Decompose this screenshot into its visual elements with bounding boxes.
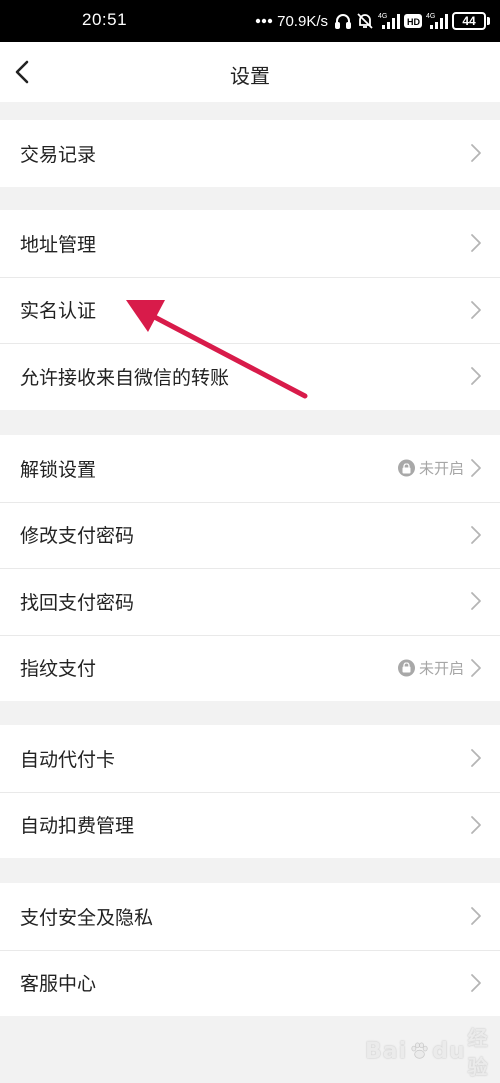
chevron-right-icon xyxy=(471,658,481,677)
row-recover-payment-password[interactable]: 找回支付密码 xyxy=(0,568,500,635)
chevron-right-icon xyxy=(471,300,481,319)
settings-group-4: 自动代付卡 自动扣费管理 xyxy=(0,725,500,858)
row-label: 实名认证 xyxy=(20,300,97,323)
row-customer-service[interactable]: 客服中心 xyxy=(0,949,500,1017)
paw-icon xyxy=(411,1042,428,1059)
battery-icon: 44 xyxy=(452,12,490,30)
page-title: 设置 xyxy=(230,64,270,88)
chevron-right-icon xyxy=(471,749,481,768)
status-not-enabled: 未开启 xyxy=(397,657,464,678)
chevron-right-icon xyxy=(471,367,481,386)
row-label: 解锁设置 xyxy=(20,458,97,481)
row-label: 自动代付卡 xyxy=(20,748,116,771)
dots-icon xyxy=(255,9,273,33)
status-time: 20:51 xyxy=(82,10,128,29)
baidu-watermark: Bai du 经验 xyxy=(365,1022,500,1080)
nav-bar: 设置 xyxy=(0,42,500,102)
settings-group-2: 地址管理 实名认证 允许接收来自微信的转账 xyxy=(0,210,500,410)
status-bar: 20:51 70.9K/s 4G HD 4G 44 xyxy=(0,0,500,42)
signal-4g-icon: 4G xyxy=(378,9,400,33)
row-label: 找回支付密码 xyxy=(20,591,135,614)
row-real-name-verification[interactable]: 实名认证 xyxy=(0,276,500,344)
battery-level: 44 xyxy=(452,12,486,30)
row-auto-pay-card[interactable]: 自动代付卡 xyxy=(0,725,500,792)
lock-icon xyxy=(397,459,415,477)
row-label: 自动扣费管理 xyxy=(20,815,135,838)
chevron-right-icon xyxy=(471,973,481,992)
chevron-right-icon xyxy=(471,592,481,611)
svg-text:HD: HD xyxy=(407,17,420,27)
row-payment-security-privacy[interactable]: 支付安全及隐私 xyxy=(0,883,500,950)
chevron-right-icon xyxy=(471,234,481,253)
chevron-right-icon xyxy=(471,525,481,544)
watermark-text: Bai xyxy=(365,1038,408,1064)
status-text: 未开启 xyxy=(418,659,464,678)
settings-group-5: 支付安全及隐私 客服中心 xyxy=(0,883,500,1016)
chevron-right-icon xyxy=(471,144,481,163)
row-transaction-records[interactable]: 交易记录 xyxy=(0,120,500,187)
row-unlock-settings[interactable]: 解锁设置 未开启 xyxy=(0,435,500,502)
net-speed: 70.9K/s xyxy=(277,12,328,30)
row-label: 交易记录 xyxy=(20,143,97,166)
status-text: 未开启 xyxy=(418,459,464,478)
row-wechat-transfer[interactable]: 允许接收来自微信的转账 xyxy=(0,343,500,410)
row-label: 支付安全及隐私 xyxy=(20,906,154,929)
row-address-management[interactable]: 地址管理 xyxy=(0,210,500,277)
watermark-sub: 经验 xyxy=(467,1026,488,1079)
hd-icon: HD xyxy=(404,9,422,33)
svg-text:4G: 4G xyxy=(426,13,435,20)
headphones-icon xyxy=(334,9,352,33)
row-label: 修改支付密码 xyxy=(20,525,135,548)
chevron-right-icon xyxy=(471,907,481,926)
lock-icon xyxy=(397,659,415,677)
status-icons: 70.9K/s 4G HD 4G 44 xyxy=(255,8,490,34)
watermark-text-2: du xyxy=(432,1038,466,1064)
row-auto-deduction-management[interactable]: 自动扣费管理 xyxy=(0,791,500,859)
mute-bell-icon xyxy=(356,9,374,33)
row-label: 客服中心 xyxy=(20,973,97,996)
svg-text:4G: 4G xyxy=(378,13,387,20)
status-not-enabled: 未开启 xyxy=(397,458,464,479)
row-label: 指纹支付 xyxy=(20,658,97,681)
row-change-payment-password[interactable]: 修改支付密码 xyxy=(0,501,500,569)
row-label: 允许接收来自微信的转账 xyxy=(20,366,230,389)
settings-group-3: 解锁设置 未开启 修改支付密码 找回支付密码 指纹支付 未开启 xyxy=(0,435,500,701)
row-label: 地址管理 xyxy=(20,233,97,256)
row-fingerprint-payment[interactable]: 指纹支付 未开启 xyxy=(0,634,500,702)
signal-4g-icon-2: 4G xyxy=(426,9,448,33)
chevron-right-icon xyxy=(471,815,481,834)
chevron-right-icon xyxy=(471,459,481,478)
settings-group-1: 交易记录 xyxy=(0,120,500,187)
